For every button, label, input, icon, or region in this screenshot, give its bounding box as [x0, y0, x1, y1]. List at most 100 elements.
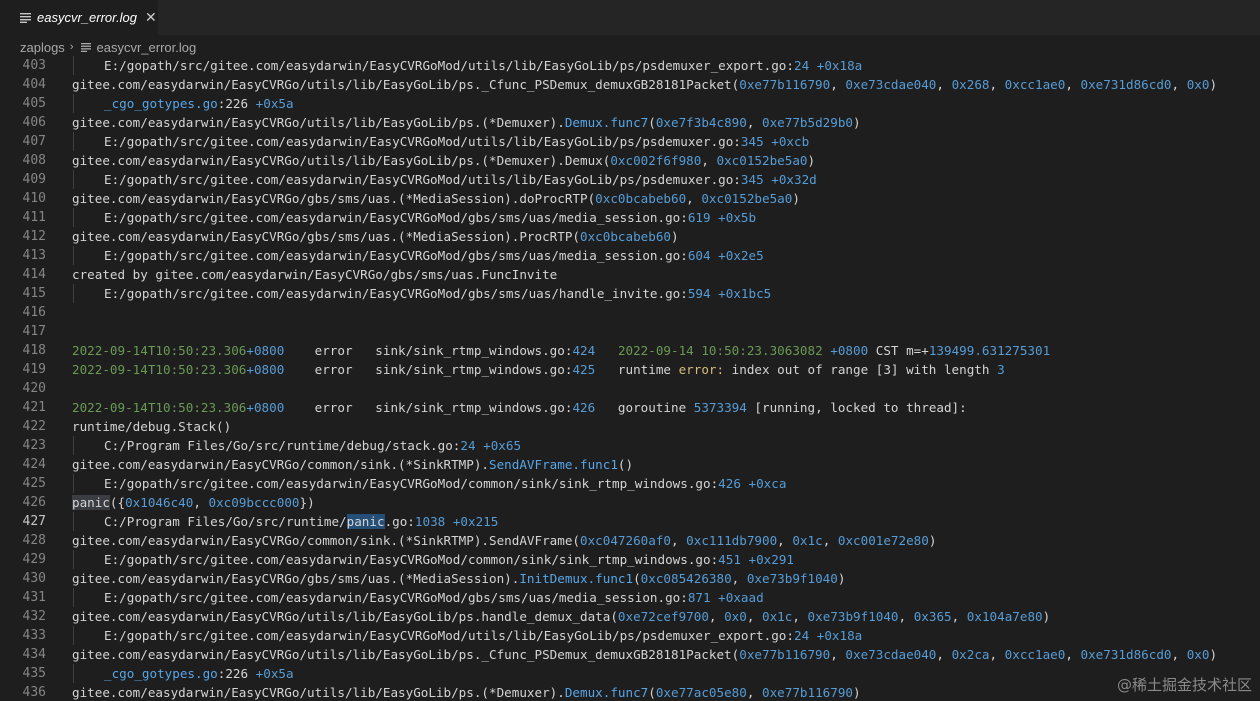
token: C:/Program Files/Go/src/runtime/debug/st… [104, 438, 461, 453]
code-line[interactable]: 417 [0, 322, 1260, 341]
code-line[interactable]: 404 gitee.com/easydarwin/EasyCVRGo/utils/… [0, 75, 1260, 94]
line-text: created by gitee.com/easydarwin/EasyCVRG… [72, 265, 557, 284]
token: error sink/sink_rtmp_windows.go: [284, 362, 573, 377]
code-line[interactable]: 416 [0, 303, 1260, 322]
line-number: 435 [22, 666, 46, 681]
token: ( [648, 685, 656, 700]
token: , [193, 495, 209, 510]
code-line[interactable]: 414 created by gitee.com/easydarwin/EasyC… [0, 265, 1260, 284]
tab-easycvr-error-log[interactable]: easycvr_error.log ✕ [0, 0, 158, 35]
line-number: 432 [22, 609, 46, 624]
token: 0x1c [762, 609, 793, 624]
code-line[interactable]: 430 gitee.com/easydarwin/EasyCVRGo/gbs/sm… [0, 569, 1260, 588]
token: +0x65 [483, 438, 522, 453]
token: ) [853, 685, 861, 700]
token: 0xc0bcabeb60 [595, 191, 687, 206]
token: 0xe73cdae040 [845, 647, 937, 662]
line-number: 418 [22, 343, 46, 358]
code-line[interactable]: 436 gitee.com/easydarwin/EasyCVRGo/utils/… [0, 683, 1260, 701]
line-number: 408 [22, 153, 46, 168]
token: 0xe72cef9700 [617, 609, 709, 624]
breadcrumb-folder[interactable]: zaplogs [20, 40, 65, 55]
indent-guide [73, 664, 74, 683]
code-line[interactable]: 405 _cgo_gotypes.go:226 +0x5a [0, 94, 1260, 113]
code-line[interactable]: 419 2022-09-14T10:50:23.306+0800 error si… [0, 360, 1260, 379]
indent-guide [73, 170, 74, 189]
token: E:/gopath/src/gitee.com/easydarwin/EasyC… [104, 476, 719, 491]
code-line[interactable]: 406 gitee.com/easydarwin/EasyCVRGo/utils/… [0, 113, 1260, 132]
line-text: E:/gopath/src/gitee.com/easydarwin/EasyC… [104, 170, 817, 189]
token: gitee.com/easydarwin/EasyCVRGo/common/si… [72, 457, 490, 472]
token: runtime [595, 362, 679, 377]
code-line[interactable]: 410 gitee.com/easydarwin/EasyCVRGo/gbs/sm… [0, 189, 1260, 208]
indent-guide [73, 56, 74, 75]
token: }) [299, 495, 315, 510]
token: index out of range [3] with length [724, 362, 998, 377]
token: ( [633, 571, 641, 586]
token: CST m=+ [868, 343, 929, 358]
token: +0x5b [718, 210, 757, 225]
code-line[interactable]: 426 panic({0x1046c40, 0xc09bccc000}) [0, 493, 1260, 512]
token: , [989, 77, 1005, 92]
code-line[interactable]: 421 2022-09-14T10:50:23.306+0800 error si… [0, 398, 1260, 417]
token: error sink/sink_rtmp_windows.go: [284, 343, 573, 358]
token: 0xe77b116790 [739, 647, 831, 662]
line-number: 436 [22, 685, 46, 700]
line-number: 420 [22, 381, 46, 396]
code-line[interactable]: 428 gitee.com/easydarwin/EasyCVRGo/common… [0, 531, 1260, 550]
token: 0xc09bccc000 [208, 495, 300, 510]
code-line[interactable]: 415 E:/gopath/src/gitee.com/easydarwin/Ea… [0, 284, 1260, 303]
code-line[interactable]: 431 E:/gopath/src/gitee.com/easydarwin/Ea… [0, 588, 1260, 607]
token: ) [1209, 77, 1218, 92]
code-line[interactable]: 423 C:/Program Files/Go/src/runtime/debug… [0, 436, 1260, 455]
line-number: 431 [22, 590, 46, 605]
code-line[interactable]: 422 runtime/debug.Stack() [0, 417, 1260, 436]
line-number: 405 [22, 96, 46, 111]
code-line[interactable]: 433 E:/gopath/src/gitee.com/easydarwin/Ea… [0, 626, 1260, 645]
token: 0xe73cdae040 [845, 77, 937, 92]
indent-guide [73, 626, 74, 645]
token: 0xcc1ae0 [1004, 647, 1066, 662]
code-line[interactable]: 411 E:/gopath/src/gitee.com/easydarwin/Ea… [0, 208, 1260, 227]
token: , [746, 609, 763, 624]
code-line[interactable]: 409 E:/gopath/src/gitee.com/easydarwin/Ea… [0, 170, 1260, 189]
code-editor[interactable]: 403 E:/gopath/src/gitee.com/easydarwin/Ea… [0, 56, 1260, 701]
token: E:/gopath/src/gitee.com/easydarwin/EasyC… [104, 590, 688, 605]
line-number: 407 [22, 134, 46, 149]
token: 2022-09-14T10:50:23.306 [72, 362, 247, 377]
token: 0xcc1ae0 [1004, 77, 1066, 92]
token: 871 [687, 590, 711, 605]
code-line[interactable]: 424 gitee.com/easydarwin/EasyCVRGo/common… [0, 455, 1260, 474]
line-text: gitee.com/easydarwin/EasyCVRGo/utils/lib… [72, 645, 1217, 664]
close-icon[interactable]: ✕ [145, 11, 157, 25]
tab-label: easycvr_error.log [37, 10, 137, 25]
code-line[interactable]: 427 C:/Program Files/Go/src/runtime/panic… [0, 512, 1260, 531]
breadcrumb-file[interactable]: easycvr_error.log [96, 40, 196, 55]
token: gitee.com/easydarwin/EasyCVRGo/utils/lib… [72, 153, 611, 168]
code-line[interactable]: 425 E:/gopath/src/gitee.com/easydarwin/Ea… [0, 474, 1260, 493]
token: ) [792, 191, 800, 206]
code-line[interactable]: 403 E:/gopath/src/gitee.com/easydarwin/Ea… [0, 56, 1260, 75]
code-line[interactable]: 413 E:/gopath/src/gitee.com/easydarwin/Ea… [0, 246, 1260, 265]
code-line[interactable]: 418 2022-09-14T10:50:23.306+0800 error si… [0, 341, 1260, 360]
code-line[interactable]: 408 gitee.com/easydarwin/EasyCVRGo/utils/… [0, 151, 1260, 170]
indent-guide [73, 132, 74, 151]
token: ) [837, 571, 846, 586]
text-file-icon [81, 42, 92, 52]
token: , [746, 115, 763, 130]
code-line[interactable]: 432 gitee.com/easydarwin/EasyCVRGo/utils/… [0, 607, 1260, 626]
token: gitee.com/easydarwin/EasyCVRGo/utils/lib… [72, 685, 565, 700]
code-line[interactable]: 434 gitee.com/easydarwin/EasyCVRGo/utils/… [0, 645, 1260, 664]
code-line[interactable]: 407 E:/gopath/src/gitee.com/easydarwin/Ea… [0, 132, 1260, 151]
token: 24 [793, 628, 810, 643]
line-text: C:/Program Files/Go/src/runtime/panic.go… [104, 512, 498, 531]
token: E:/gopath/src/gitee.com/easydarwin/EasyC… [104, 628, 794, 643]
code-line[interactable]: 412 gitee.com/easydarwin/EasyCVRGo/gbs/sm… [0, 227, 1260, 246]
token: 426 [572, 400, 596, 415]
line-text: gitee.com/easydarwin/EasyCVRGo/gbs/sms/u… [72, 227, 679, 246]
code-line[interactable]: 429 E:/gopath/src/gitee.com/easydarwin/Ea… [0, 550, 1260, 569]
token: E:/gopath/src/gitee.com/easydarwin/EasyC… [104, 210, 688, 225]
code-line[interactable]: 435 _cgo_gotypes.go:226 +0x5a [0, 664, 1260, 683]
code-line[interactable]: 420 [0, 379, 1260, 398]
